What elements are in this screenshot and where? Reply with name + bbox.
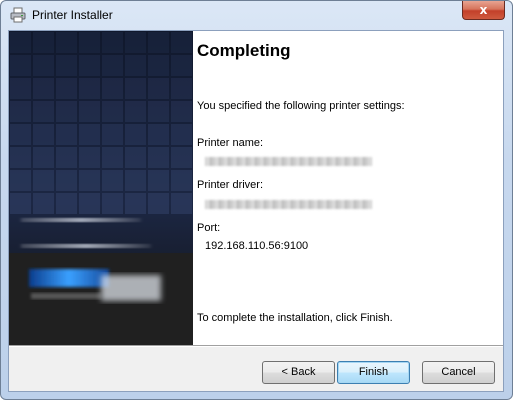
printer-name-value-redacted xyxy=(205,157,372,166)
completion-instruction: To complete the installation, click Fini… xyxy=(197,312,393,324)
button-separator xyxy=(9,345,503,347)
back-button[interactable]: < Back xyxy=(262,361,335,384)
intro-text: You specified the following printer sett… xyxy=(197,100,405,112)
close-button[interactable]: x xyxy=(462,1,505,20)
window-title: Printer Installer xyxy=(32,8,113,22)
printer-icon xyxy=(10,7,26,23)
port-value: 192.168.110.56:9100 xyxy=(205,240,309,252)
title-bar[interactable]: Printer Installer x xyxy=(1,1,512,29)
wizard-body: Completing You specified the following p… xyxy=(8,30,504,392)
close-icon: x xyxy=(479,3,488,17)
installer-window: Printer Installer x Completing You speci… xyxy=(0,0,513,400)
printer-name-label: Printer name: xyxy=(197,137,264,149)
page-title: Completing xyxy=(197,41,291,60)
printer-driver-label: Printer driver: xyxy=(197,179,264,191)
cancel-button[interactable]: Cancel xyxy=(422,361,495,384)
wizard-content: Completing You specified the following p… xyxy=(193,31,503,345)
printer-driver-value-redacted xyxy=(205,200,372,209)
wizard-banner-image xyxy=(9,31,193,345)
finish-button[interactable]: Finish xyxy=(337,361,410,384)
port-label: Port: xyxy=(197,222,221,234)
